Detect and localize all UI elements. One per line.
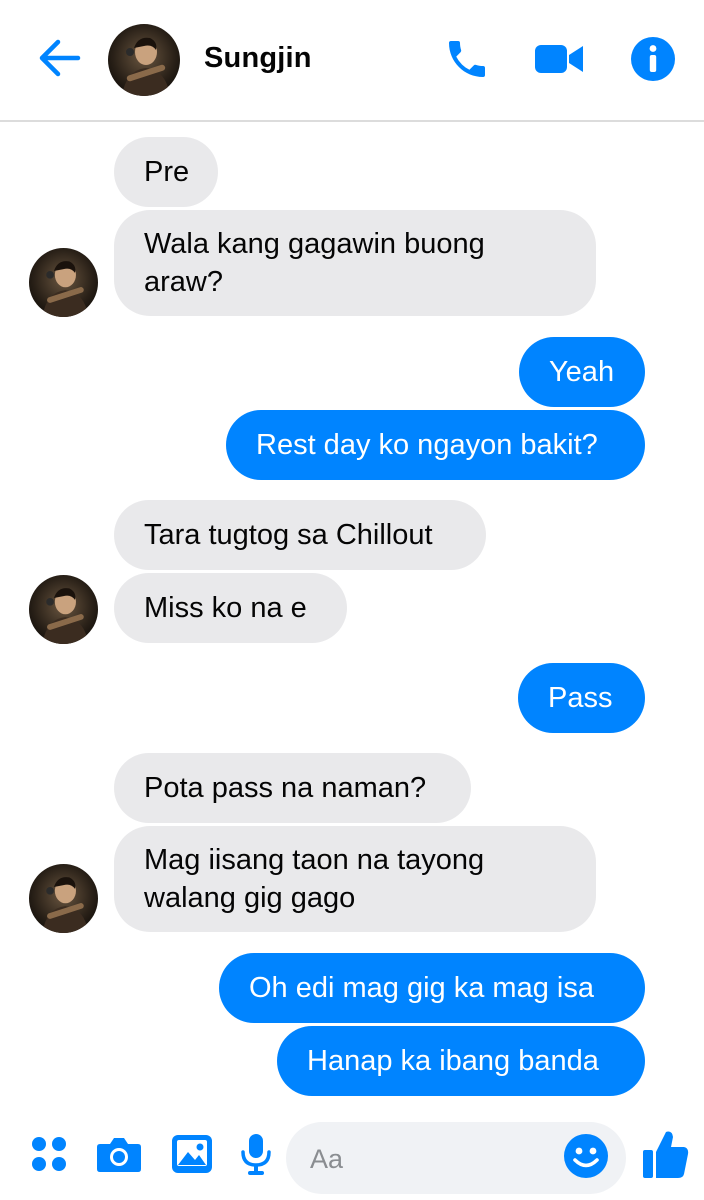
message-incoming[interactable]: Miss ko na e	[114, 573, 347, 643]
message-input[interactable]	[308, 1136, 552, 1182]
call-button[interactable]	[440, 34, 494, 88]
message-outgoing[interactable]: Oh edi mag gig ka mag isa	[219, 953, 645, 1023]
thumbs-up-icon	[642, 1128, 690, 1185]
gallery-button[interactable]	[168, 1132, 216, 1180]
message-incoming[interactable]: Mag iisang taon na tayong walang gig gag…	[114, 826, 596, 932]
like-button[interactable]	[640, 1128, 692, 1184]
contact-avatar[interactable]	[108, 24, 180, 96]
camera-button[interactable]	[95, 1132, 143, 1180]
video-camera-icon	[533, 39, 585, 84]
message-outgoing[interactable]: Pass	[518, 663, 645, 733]
message-incoming[interactable]: Pre	[114, 137, 218, 207]
sender-avatar[interactable]	[29, 248, 98, 317]
message-composer	[0, 1112, 704, 1200]
camera-icon	[96, 1134, 142, 1179]
more-actions-button[interactable]	[25, 1132, 73, 1180]
message-outgoing[interactable]: Rest day ko ngayon bakit?	[226, 410, 645, 480]
message-outgoing[interactable]: Hanap ka ibang banda	[277, 1026, 645, 1096]
arrow-left-icon	[38, 38, 82, 83]
message-incoming[interactable]: Tara tugtog sa Chillout	[114, 500, 486, 570]
emoji-icon	[563, 1133, 609, 1184]
phone-icon	[443, 35, 491, 88]
video-call-button[interactable]	[532, 34, 586, 88]
apps-grid-icon	[29, 1134, 69, 1179]
message-input-container	[286, 1122, 626, 1194]
message-outgoing[interactable]: Yeah	[519, 337, 645, 407]
message-incoming[interactable]: Wala kang gagawin buong araw?	[114, 210, 596, 316]
emoji-button[interactable]	[562, 1133, 610, 1184]
back-button[interactable]	[36, 38, 84, 82]
info-icon	[630, 36, 676, 87]
gallery-icon	[171, 1134, 213, 1179]
sender-avatar[interactable]	[29, 575, 98, 644]
info-button[interactable]	[626, 34, 680, 88]
sender-avatar[interactable]	[29, 864, 98, 933]
message-incoming[interactable]: Pota pass na naman?	[114, 753, 471, 823]
microphone-icon	[239, 1132, 273, 1181]
contact-name[interactable]: Sungjin	[204, 42, 312, 75]
voice-message-button[interactable]	[232, 1132, 280, 1180]
chat-header: Sungjin	[0, 0, 704, 122]
